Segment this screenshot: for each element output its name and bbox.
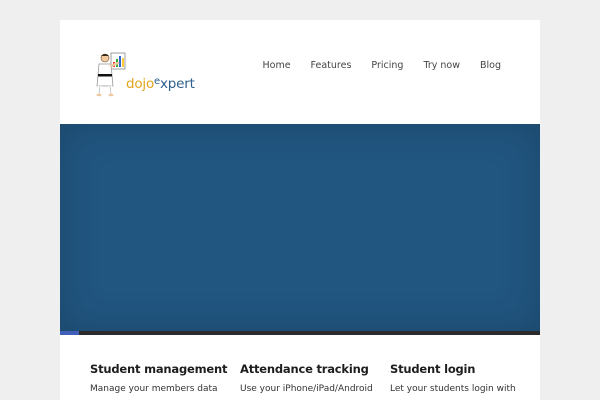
logo-text-xpert: xpert xyxy=(160,76,195,92)
feature-student-login: Student login Let your students login wi… xyxy=(390,362,520,394)
logo-text-e: e xyxy=(154,76,160,87)
nav-features[interactable]: Features xyxy=(311,60,352,71)
site-header: dojoexpert Home Features Pricing Try now… xyxy=(60,20,540,124)
features-section: Student management Manage your members d… xyxy=(60,350,540,400)
feature-student-management: Student management Manage your members d… xyxy=(90,362,228,394)
nav-try-now[interactable]: Try now xyxy=(423,60,460,71)
feature-title: Attendance tracking xyxy=(240,362,369,376)
feature-description: Manage your members data xyxy=(90,384,218,394)
hero-slider[interactable] xyxy=(60,124,540,331)
feature-description: Use your iPhone/iPad/Android xyxy=(240,384,373,394)
nav-home[interactable]: Home xyxy=(262,60,290,71)
nav-pricing[interactable]: Pricing xyxy=(371,60,403,71)
main-nav: Home Features Pricing Try now Blog xyxy=(242,60,501,71)
page-container: dojoexpert Home Features Pricing Try now… xyxy=(60,20,540,400)
dojoexpert-logo[interactable]: dojoexpert xyxy=(96,50,196,102)
logo-text-dojo: dojo xyxy=(126,76,155,92)
nav-blog[interactable]: Blog xyxy=(480,60,501,71)
feature-attendance-tracking: Attendance tracking Use your iPhone/iPad… xyxy=(240,362,373,394)
slider-progress-track xyxy=(60,331,540,335)
logo-wordmark: dojoexpert xyxy=(126,76,195,92)
feature-title: Student login xyxy=(390,362,476,376)
feature-title: Student management xyxy=(90,362,228,376)
slider-progress-bar xyxy=(60,331,80,335)
feature-description: Let your students login with xyxy=(390,384,516,394)
